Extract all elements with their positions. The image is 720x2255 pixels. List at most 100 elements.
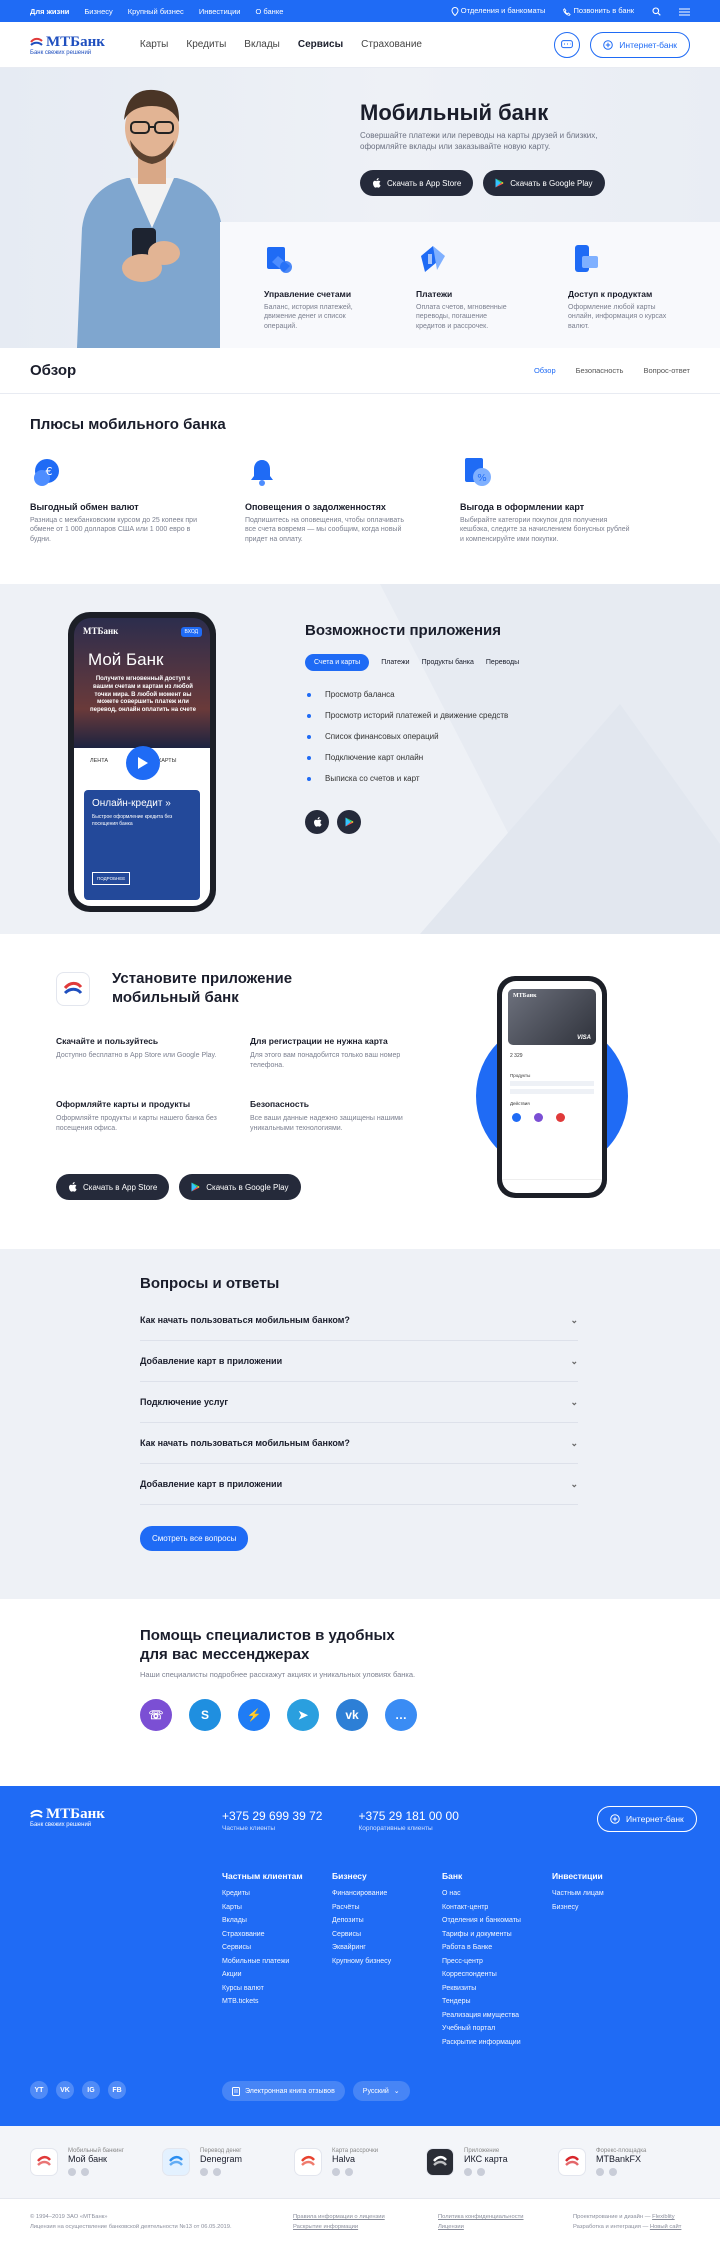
footer-link[interactable]: Пресс-центр: [442, 1958, 552, 1965]
chat-icon[interactable]: …: [385, 1698, 417, 1731]
footer-link[interactable]: Курсы валют: [222, 1985, 332, 1992]
footer-link[interactable]: Страхование: [222, 1931, 332, 1938]
hero-app-store-button[interactable]: Скачать в App Store: [360, 170, 474, 196]
skype-icon[interactable]: S: [189, 1698, 221, 1731]
feedback-book-button[interactable]: Электронная книга отзывов: [222, 2081, 345, 2101]
footer-link[interactable]: Сервисы: [222, 1944, 332, 1951]
topbar-link-business[interactable]: Бизнесу: [84, 7, 112, 16]
footer-link[interactable]: Сервисы: [332, 1931, 442, 1938]
footer-link[interactable]: Финансирование: [332, 1890, 442, 1897]
footer-link[interactable]: Бизнесу: [552, 1904, 662, 1911]
faq-item[interactable]: Подключение услуг ⌄: [140, 1382, 578, 1423]
play-video-button[interactable]: [126, 746, 160, 780]
messenger-icon[interactable]: ⚡: [238, 1698, 270, 1731]
footer-link[interactable]: Реквизиты: [442, 1985, 552, 1992]
nav-insurance[interactable]: Страхование: [361, 39, 422, 50]
footer-link[interactable]: Работа в Банке: [442, 1944, 552, 1951]
tab-faq[interactable]: Вопрос-ответ: [643, 366, 690, 375]
footer-link[interactable]: Кредиты: [222, 1890, 332, 1897]
nav-services[interactable]: Сервисы: [298, 39, 343, 50]
footer-link[interactable]: Контакт-центр: [442, 1904, 552, 1911]
design-credit-link[interactable]: Flexiblity: [652, 2214, 675, 2220]
footer-link[interactable]: Расчёты: [332, 1904, 442, 1911]
footer-link[interactable]: Крупному бизнесу: [332, 1958, 442, 1965]
phone-tab-cards[interactable]: КАРТЫ: [158, 758, 177, 764]
google-store-dot-icon[interactable]: [81, 2168, 89, 2176]
topbar-link-about[interactable]: О банке: [255, 7, 283, 16]
all-questions-button[interactable]: Смотреть все вопросы: [140, 1526, 249, 1551]
apple-store-dot-icon[interactable]: [464, 2168, 472, 2176]
footer-link[interactable]: Эквайринг: [332, 1944, 442, 1951]
language-select[interactable]: Русский ⌄: [352, 2081, 410, 2101]
app-item[interactable]: Перевод денег Denegram: [162, 2148, 294, 2176]
google-store-dot-icon[interactable]: [477, 2168, 485, 2176]
promo-card-button[interactable]: ПОДРОБНЕЕ: [92, 872, 131, 885]
footer-link[interactable]: Корреспонденты: [442, 1971, 552, 1978]
dev-credit-link[interactable]: Новый сайт: [650, 2224, 682, 2230]
phone-corporate-clients[interactable]: +375 29 181 00 00 Корпоративные клиенты: [358, 1809, 458, 1832]
nav-credits[interactable]: Кредиты: [186, 39, 226, 50]
footer-link[interactable]: Тендеры: [442, 1998, 552, 2005]
youtube-icon[interactable]: YT: [30, 2081, 48, 2099]
chat-button[interactable]: [554, 31, 581, 58]
apple-store-dot-icon[interactable]: [332, 2168, 340, 2176]
nav-cards[interactable]: Карты: [140, 39, 169, 50]
install-google-play-button[interactable]: Скачать в Google Play: [179, 1174, 301, 1200]
vk-icon[interactable]: vk: [336, 1698, 368, 1731]
google-store-dot-icon[interactable]: [609, 2168, 617, 2176]
app-store-round-button[interactable]: [305, 810, 329, 834]
disclosure-link[interactable]: Раскрытие информации: [293, 2223, 438, 2233]
topbar-link-life[interactable]: Для жизни: [30, 7, 69, 16]
bank-logo[interactable]: МТБанк Банк свежих решений: [30, 34, 105, 56]
telegram-icon[interactable]: ➤: [287, 1698, 319, 1731]
google-play-round-button[interactable]: [337, 810, 361, 834]
footer-link[interactable]: Вклады: [222, 1917, 332, 1924]
footer-logo[interactable]: МТБанк Банк свежих решений: [30, 1806, 105, 1828]
chip-payments[interactable]: Платежи: [381, 659, 409, 666]
menu-icon[interactable]: [679, 6, 690, 15]
footer-link[interactable]: Акции: [222, 1971, 332, 1978]
viber-icon[interactable]: ☏: [140, 1698, 172, 1731]
apple-store-dot-icon[interactable]: [200, 2168, 208, 2176]
phone-tab-feed[interactable]: ЛЕНТА: [90, 758, 108, 764]
google-store-dot-icon[interactable]: [213, 2168, 221, 2176]
internet-bank-button[interactable]: Интернет-банк: [590, 31, 690, 58]
faq-item[interactable]: Добавление карт в приложении ⌄: [140, 1341, 578, 1382]
vk-icon[interactable]: VK: [56, 2081, 74, 2099]
install-app-store-button[interactable]: Скачать в App Store: [56, 1174, 170, 1200]
footer-link[interactable]: Реализация имущества: [442, 2012, 552, 2019]
licenses-link[interactable]: Лицензии: [438, 2223, 573, 2233]
footer-link[interactable]: О нас: [442, 1890, 552, 1897]
chip-transfers[interactable]: Переводы: [486, 659, 519, 666]
facebook-icon[interactable]: FB: [108, 2081, 126, 2099]
footer-link[interactable]: Частным лицам: [552, 1890, 662, 1897]
app-item[interactable]: Карта рассрочки Halva: [294, 2148, 426, 2176]
footer-link[interactable]: Карты: [222, 1904, 332, 1911]
instagram-icon[interactable]: IG: [82, 2081, 100, 2099]
call-bank-link[interactable]: Позвонить в банк: [563, 6, 634, 15]
footer-link[interactable]: Тарифы и документы: [442, 1931, 552, 1938]
footer-link[interactable]: Отделения и банкоматы: [442, 1917, 552, 1924]
google-store-dot-icon[interactable]: [345, 2168, 353, 2176]
branches-link[interactable]: Отделения и банкоматы: [451, 6, 545, 16]
faq-item[interactable]: Как начать пользоваться мобильным банком…: [140, 1300, 578, 1341]
footer-link[interactable]: MTB.tickets: [222, 1998, 332, 2005]
phone-private-clients[interactable]: +375 29 699 39 72 Частные клиенты: [222, 1809, 322, 1832]
app-item[interactable]: Форекс-площадка MTBankFX: [558, 2148, 690, 2176]
faq-item[interactable]: Добавление карт в приложении ⌄: [140, 1464, 578, 1505]
footer-link[interactable]: Мобильные платежи: [222, 1958, 332, 1965]
hero-google-play-button[interactable]: Скачать в Google Play: [483, 170, 605, 196]
tab-overview[interactable]: Обзор: [534, 366, 556, 375]
apple-store-dot-icon[interactable]: [68, 2168, 76, 2176]
footer-internet-bank-button[interactable]: Интернет-банк: [597, 1806, 697, 1832]
tab-security[interactable]: Безопасность: [576, 366, 624, 375]
nav-deposits[interactable]: Вклады: [244, 39, 280, 50]
faq-item[interactable]: Как начать пользоваться мобильным банком…: [140, 1423, 578, 1464]
footer-link[interactable]: Учебный портал: [442, 2025, 552, 2032]
app-item[interactable]: Приложение ИКС карта: [426, 2148, 558, 2176]
chip-accounts-cards[interactable]: Счета и карты: [305, 654, 370, 671]
search-icon[interactable]: [652, 6, 661, 16]
chip-bank-products[interactable]: Продукты банка: [422, 659, 474, 666]
footer-link[interactable]: Депозиты: [332, 1917, 442, 1924]
license-info-link[interactable]: Правила информации о лицензии: [293, 2213, 438, 2223]
